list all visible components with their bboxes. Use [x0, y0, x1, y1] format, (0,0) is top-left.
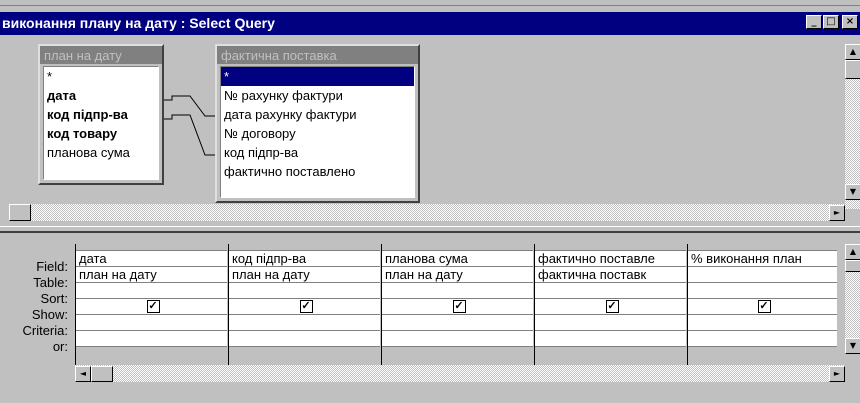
table-cell[interactable]: план на дату — [76, 267, 227, 283]
row-label-criteria: Criteria: — [22, 323, 68, 338]
or-cell[interactable] — [688, 331, 837, 347]
row-label-show: Show: — [31, 307, 68, 322]
sort-cell[interactable] — [688, 283, 837, 299]
criteria-cell[interactable] — [688, 315, 837, 331]
pane-splitter[interactable] — [0, 226, 860, 233]
hscroll-thumb[interactable] — [9, 204, 31, 221]
criteria-cell[interactable] — [229, 315, 380, 331]
scroll-down-button[interactable]: ▼ — [845, 184, 860, 200]
maximize-button[interactable]: □ — [823, 15, 839, 29]
show-cell: ✓ — [382, 299, 533, 315]
table-pane: план на дату * дата код підпр-ва код тов… — [0, 35, 860, 225]
show-checkbox[interactable]: ✓ — [757, 300, 771, 313]
hscroll-thumb[interactable] — [91, 366, 113, 382]
criteria-cell[interactable] — [382, 315, 533, 331]
sort-cell[interactable] — [76, 283, 227, 299]
sort-cell[interactable] — [382, 283, 533, 299]
row-label-sort: Sort: — [40, 291, 68, 306]
scroll-up-button[interactable]: ▲ — [845, 244, 860, 260]
scroll-right-button[interactable]: ► — [829, 366, 845, 382]
design-grid: Field: Table: Sort: Show: Criteria: or: … — [0, 235, 860, 403]
or-cell[interactable] — [76, 331, 227, 347]
column-selector[interactable] — [382, 244, 533, 251]
minimize-button[interactable]: _ — [806, 15, 822, 29]
or-cell[interactable] — [535, 331, 686, 347]
scroll-thumb[interactable] — [845, 60, 860, 79]
table-cell[interactable]: план на дату — [382, 267, 533, 283]
parent-window-strip — [0, 0, 860, 12]
grid-column[interactable]: фактично поставле фактична поставк ✓ — [534, 244, 686, 368]
field-cell[interactable]: дата — [76, 251, 227, 267]
show-checkbox[interactable]: ✓ — [452, 300, 466, 313]
row-label-table: Table: — [33, 275, 68, 290]
window-title: виконання плану на дату : Select Query — [2, 15, 275, 31]
table-cell[interactable]: фактична поставк — [535, 267, 686, 283]
title-bar[interactable]: виконання плану на дату : Select Query _… — [0, 12, 860, 35]
scroll-right-button[interactable]: ► — [829, 205, 845, 221]
grid-column[interactable]: % виконання план ✓ — [687, 244, 837, 368]
row-label-or: or: — [52, 339, 68, 354]
scroll-thumb[interactable] — [845, 260, 860, 272]
grid-column[interactable]: код підпр-ва план на дату ✓ — [228, 244, 380, 368]
join-line-enterprise — [164, 114, 215, 156]
or-cell[interactable] — [382, 331, 533, 347]
show-checkbox[interactable]: ✓ — [146, 300, 160, 313]
column-selector[interactable] — [688, 244, 837, 251]
field-cell[interactable]: планова сума — [382, 251, 533, 267]
column-selector[interactable] — [535, 244, 686, 251]
join-line-date — [164, 95, 215, 117]
table-cell[interactable] — [688, 267, 837, 283]
show-cell: ✓ — [688, 299, 837, 315]
field-cell[interactable]: % виконання план — [688, 251, 837, 267]
criteria-cell[interactable] — [76, 315, 227, 331]
close-button[interactable]: × — [842, 15, 858, 29]
sort-cell[interactable] — [535, 283, 686, 299]
show-cell: ✓ — [229, 299, 380, 315]
field-cell[interactable]: код підпр-ва — [229, 251, 380, 267]
upper-hscroll-track[interactable] — [9, 204, 845, 221]
grid-column[interactable]: планова сума план на дату ✓ — [381, 244, 533, 368]
show-cell: ✓ — [76, 299, 227, 315]
table-cell[interactable]: план на дату — [229, 267, 380, 283]
show-checkbox[interactable]: ✓ — [605, 300, 619, 313]
grid-hscroll-track[interactable] — [75, 365, 845, 382]
show-cell: ✓ — [535, 299, 686, 315]
or-cell[interactable] — [229, 331, 380, 347]
join-lines — [164, 95, 215, 156]
column-selector[interactable] — [229, 244, 380, 251]
show-checkbox[interactable]: ✓ — [299, 300, 313, 313]
scroll-left-button[interactable]: ◄ — [75, 366, 91, 382]
criteria-cell[interactable] — [535, 315, 686, 331]
column-selector[interactable] — [76, 244, 227, 251]
row-label-field: Field: — [36, 259, 68, 274]
grid-column[interactable]: дата план на дату ✓ — [75, 244, 227, 368]
field-cell[interactable]: фактично поставле — [535, 251, 686, 267]
scroll-down-button[interactable]: ▼ — [845, 338, 860, 354]
scroll-up-button[interactable]: ▲ — [845, 44, 860, 60]
sort-cell[interactable] — [229, 283, 380, 299]
